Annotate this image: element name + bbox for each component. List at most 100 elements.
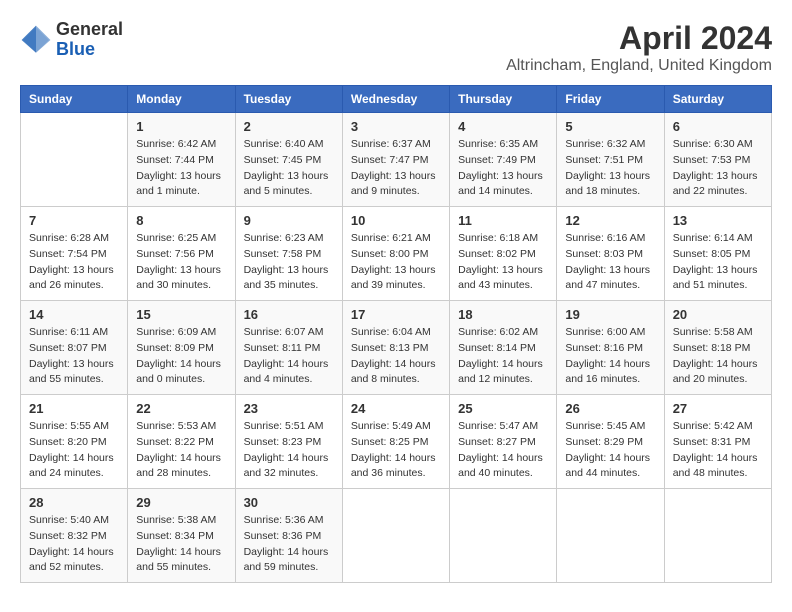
calendar-cell: 11 Sunrise: 6:18 AM Sunset: 8:02 PM Dayli…: [450, 207, 557, 301]
calendar-cell: 1 Sunrise: 6:42 AM Sunset: 7:44 PM Daylig…: [128, 113, 235, 207]
day-number: 26: [565, 401, 655, 416]
day-number: 21: [29, 401, 119, 416]
page-header: General Blue April 2024 Altrincham, Engl…: [20, 20, 772, 75]
day-info: Sunrise: 5:47 AM Sunset: 8:27 PM Dayligh…: [458, 419, 548, 482]
day-info: Sunrise: 5:51 AM Sunset: 8:23 PM Dayligh…: [244, 419, 334, 482]
calendar-cell: 15Sunrise: 6:09 AM Sunset: 8:09 PM Dayli…: [128, 301, 235, 395]
calendar-week-2: 7 Sunrise: 6:28 AM Sunset: 7:54 PM Daylig…: [21, 207, 772, 301]
day-number: 24: [351, 401, 441, 416]
day-info: Sunrise: 6:23 AM Sunset: 7:58 PM Dayligh…: [244, 231, 334, 294]
day-number: 11: [458, 213, 548, 228]
day-number: 8: [136, 213, 226, 228]
day-info: Sunrise: 5:58 AM Sunset: 8:18 PM Dayligh…: [673, 325, 763, 388]
day-info: Sunrise: 6:40 AM Sunset: 7:45 PM Dayligh…: [244, 137, 334, 200]
day-number: 9: [244, 213, 334, 228]
day-info: Sunrise: 6:09 AM Sunset: 8:09 PM Dayligh…: [136, 325, 226, 388]
header-day-wednesday: Wednesday: [342, 86, 449, 113]
day-info: Sunrise: 6:02 AM Sunset: 8:14 PM Dayligh…: [458, 325, 548, 388]
day-number: 7: [29, 213, 119, 228]
calendar-cell: 24 Sunrise: 5:49 AM Sunset: 8:25 PM Dayli…: [342, 395, 449, 489]
calendar-cell: 18 Sunrise: 6:02 AM Sunset: 8:14 PM Dayli…: [450, 301, 557, 395]
day-info: Sunrise: 6:28 AM Sunset: 7:54 PM Dayligh…: [29, 231, 119, 294]
calendar-cell: 8Sunrise: 6:25 AM Sunset: 7:56 PM Daylig…: [128, 207, 235, 301]
day-number: 5: [565, 119, 655, 134]
day-info: Sunrise: 6:00 AM Sunset: 8:16 PM Dayligh…: [565, 325, 655, 388]
day-info: Sunrise: 5:55 AM Sunset: 8:20 PM Dayligh…: [29, 419, 119, 482]
day-number: 18: [458, 307, 548, 322]
calendar-cell: 27 Sunrise: 5:42 AM Sunset: 8:31 PM Dayli…: [664, 395, 771, 489]
day-number: 3: [351, 119, 441, 134]
calendar-cell: 13Sunrise: 6:14 AM Sunset: 8:05 PM Dayli…: [664, 207, 771, 301]
day-info: Sunrise: 5:38 AM Sunset: 8:34 PM Dayligh…: [136, 513, 226, 576]
header-day-friday: Friday: [557, 86, 664, 113]
day-info: Sunrise: 6:11 AM Sunset: 8:07 PM Dayligh…: [29, 325, 119, 388]
day-info: Sunrise: 5:40 AM Sunset: 8:32 PM Dayligh…: [29, 513, 119, 576]
day-number: 4: [458, 119, 548, 134]
calendar-cell: 19 Sunrise: 6:00 AM Sunset: 8:16 PM Dayli…: [557, 301, 664, 395]
day-info: Sunrise: 6:42 AM Sunset: 7:44 PM Dayligh…: [136, 137, 226, 200]
calendar-cell: 22 Sunrise: 5:53 AM Sunset: 8:22 PM Dayli…: [128, 395, 235, 489]
header-day-saturday: Saturday: [664, 86, 771, 113]
day-info: Sunrise: 5:36 AM Sunset: 8:36 PM Dayligh…: [244, 513, 334, 576]
day-number: 28: [29, 495, 119, 510]
calendar-cell: 5 Sunrise: 6:32 AM Sunset: 7:51 PM Daylig…: [557, 113, 664, 207]
day-number: 14: [29, 307, 119, 322]
day-number: 30: [244, 495, 334, 510]
calendar-cell: [342, 489, 449, 583]
day-info: Sunrise: 5:53 AM Sunset: 8:22 PM Dayligh…: [136, 419, 226, 482]
calendar-cell: 16 Sunrise: 6:07 AM Sunset: 8:11 PM Dayli…: [235, 301, 342, 395]
day-number: 17: [351, 307, 441, 322]
day-number: 27: [673, 401, 763, 416]
calendar-week-1: 1 Sunrise: 6:42 AM Sunset: 7:44 PM Daylig…: [21, 113, 772, 207]
day-info: Sunrise: 6:32 AM Sunset: 7:51 PM Dayligh…: [565, 137, 655, 200]
day-info: Sunrise: 6:30 AM Sunset: 7:53 PM Dayligh…: [673, 137, 763, 200]
calendar-subtitle: Altrincham, England, United Kingdom: [506, 57, 772, 75]
day-info: Sunrise: 6:21 AM Sunset: 8:00 PM Dayligh…: [351, 231, 441, 294]
day-info: Sunrise: 6:16 AM Sunset: 8:03 PM Dayligh…: [565, 231, 655, 294]
day-info: Sunrise: 6:04 AM Sunset: 8:13 PM Dayligh…: [351, 325, 441, 388]
day-number: 20: [673, 307, 763, 322]
day-number: 6: [673, 119, 763, 134]
calendar-cell: 4Sunrise: 6:35 AM Sunset: 7:49 PM Daylig…: [450, 113, 557, 207]
calendar-cell: 2Sunrise: 6:40 AM Sunset: 7:45 PM Daylig…: [235, 113, 342, 207]
day-info: Sunrise: 6:18 AM Sunset: 8:02 PM Dayligh…: [458, 231, 548, 294]
day-number: 16: [244, 307, 334, 322]
calendar-week-3: 14 Sunrise: 6:11 AM Sunset: 8:07 PM Dayli…: [21, 301, 772, 395]
day-number: 12: [565, 213, 655, 228]
calendar-cell: [557, 489, 664, 583]
calendar-cell: [450, 489, 557, 583]
calendar-cell: 21 Sunrise: 5:55 AM Sunset: 8:20 PM Dayli…: [21, 395, 128, 489]
calendar-cell: 9 Sunrise: 6:23 AM Sunset: 7:58 PM Daylig…: [235, 207, 342, 301]
logo-text: General Blue: [56, 20, 123, 60]
day-number: 22: [136, 401, 226, 416]
day-info: Sunrise: 6:37 AM Sunset: 7:47 PM Dayligh…: [351, 137, 441, 200]
day-info: Sunrise: 5:49 AM Sunset: 8:25 PM Dayligh…: [351, 419, 441, 482]
calendar-cell: 28 Sunrise: 5:40 AM Sunset: 8:32 PM Dayli…: [21, 489, 128, 583]
calendar-cell: 12 Sunrise: 6:16 AM Sunset: 8:03 PM Dayli…: [557, 207, 664, 301]
day-info: Sunrise: 5:42 AM Sunset: 8:31 PM Dayligh…: [673, 419, 763, 482]
calendar-week-5: 28 Sunrise: 5:40 AM Sunset: 8:32 PM Dayli…: [21, 489, 772, 583]
calendar-cell: 25Sunrise: 5:47 AM Sunset: 8:27 PM Dayli…: [450, 395, 557, 489]
calendar-cell: 26 Sunrise: 5:45 AM Sunset: 8:29 PM Dayli…: [557, 395, 664, 489]
calendar-cell: 6 Sunrise: 6:30 AM Sunset: 7:53 PM Daylig…: [664, 113, 771, 207]
calendar-title: April 2024: [506, 20, 772, 57]
day-number: 19: [565, 307, 655, 322]
logo-icon: [20, 24, 52, 56]
header-day-monday: Monday: [128, 86, 235, 113]
calendar-cell: 14 Sunrise: 6:11 AM Sunset: 8:07 PM Dayli…: [21, 301, 128, 395]
calendar-cell: 7 Sunrise: 6:28 AM Sunset: 7:54 PM Daylig…: [21, 207, 128, 301]
calendar-table: SundayMondayTuesdayWednesdayThursdayFrid…: [20, 85, 772, 583]
header-day-thursday: Thursday: [450, 86, 557, 113]
logo: General Blue: [20, 20, 123, 60]
calendar-cell: 17 Sunrise: 6:04 AM Sunset: 8:13 PM Dayli…: [342, 301, 449, 395]
day-number: 1: [136, 119, 226, 134]
calendar-cell: [21, 113, 128, 207]
day-info: Sunrise: 6:07 AM Sunset: 8:11 PM Dayligh…: [244, 325, 334, 388]
day-info: Sunrise: 5:45 AM Sunset: 8:29 PM Dayligh…: [565, 419, 655, 482]
calendar-week-4: 21 Sunrise: 5:55 AM Sunset: 8:20 PM Dayli…: [21, 395, 772, 489]
day-number: 10: [351, 213, 441, 228]
calendar-header-row: SundayMondayTuesdayWednesdayThursdayFrid…: [21, 86, 772, 113]
header-day-sunday: Sunday: [21, 86, 128, 113]
calendar-cell: 23Sunrise: 5:51 AM Sunset: 8:23 PM Dayli…: [235, 395, 342, 489]
calendar-cell: 3 Sunrise: 6:37 AM Sunset: 7:47 PM Daylig…: [342, 113, 449, 207]
